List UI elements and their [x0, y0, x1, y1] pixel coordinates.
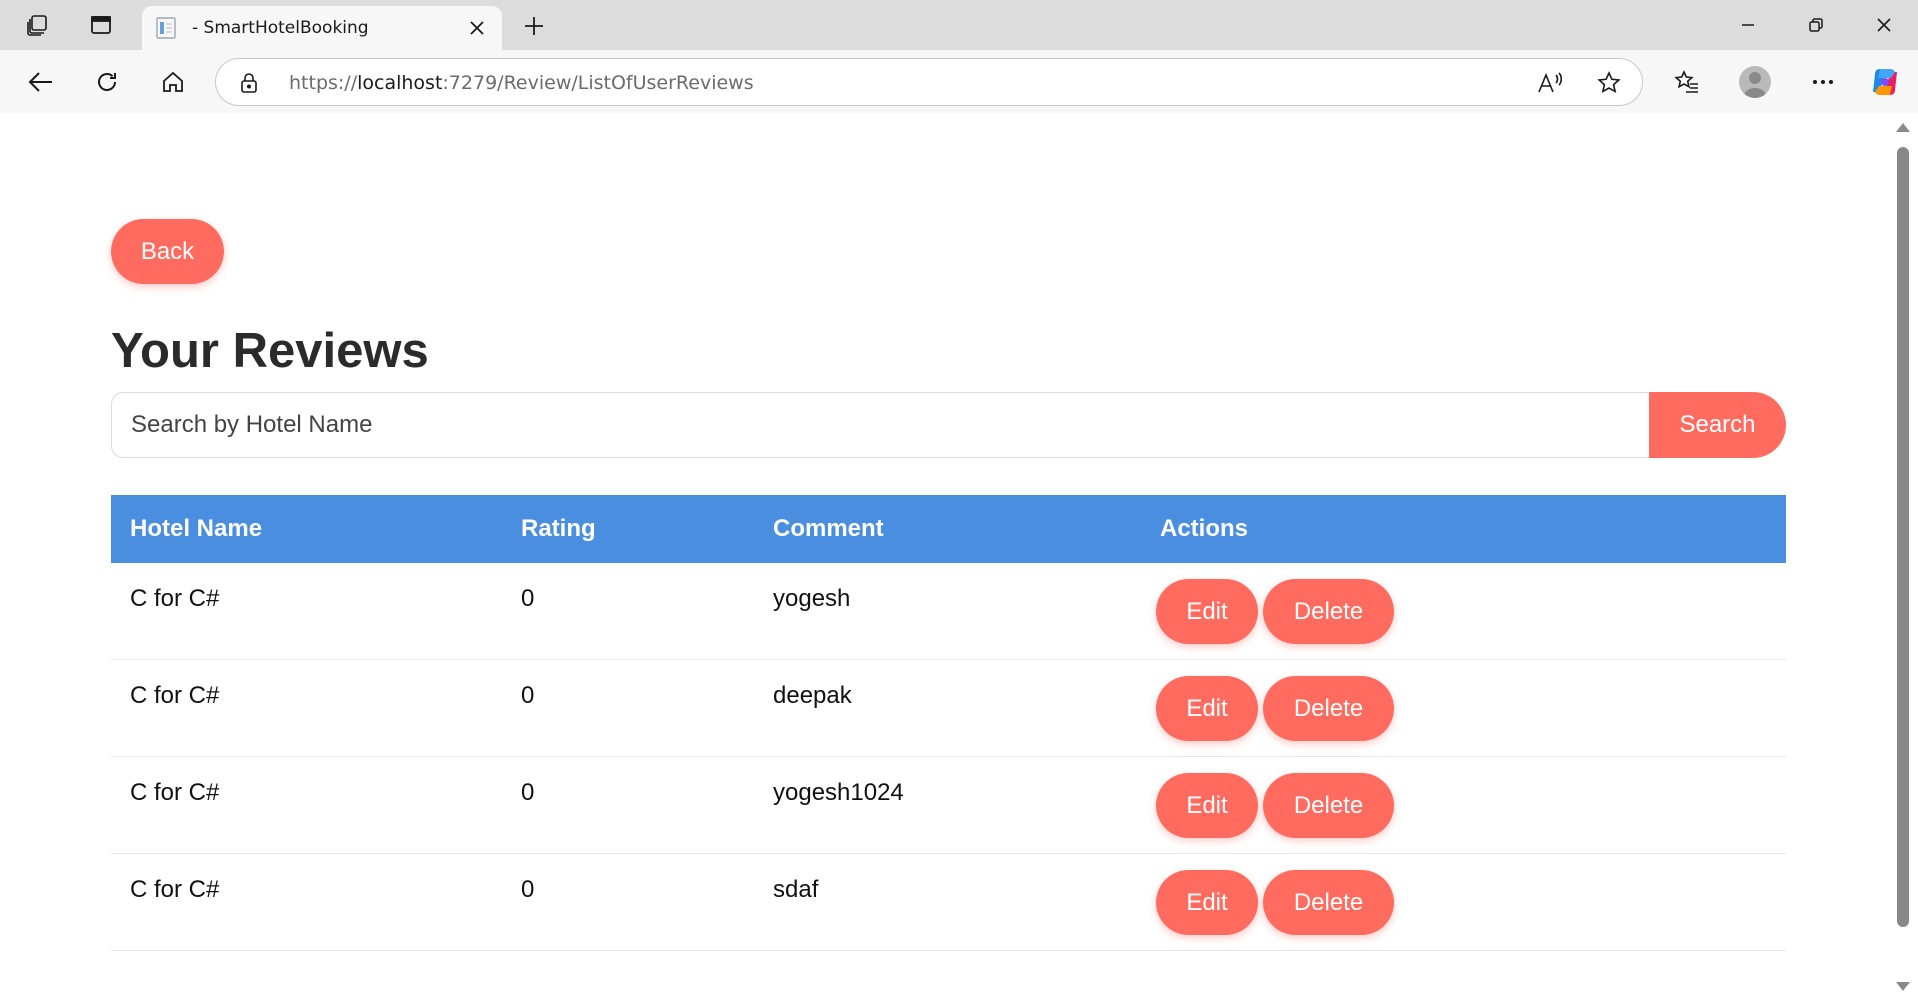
copilot-icon[interactable] [1865, 62, 1905, 102]
reviews-table: Hotel Name Rating Comment Actions C for … [111, 495, 1786, 951]
close-window-icon[interactable] [1858, 6, 1910, 44]
hotel-name-cell: C for C# [130, 779, 220, 806]
table-row: C for C# 0 deepak Edit Delete [111, 660, 1786, 757]
table-header: Hotel Name Rating Comment Actions [111, 495, 1786, 563]
rating-cell: 0 [521, 779, 535, 806]
scroll-down-arrow-icon[interactable] [1896, 982, 1910, 991]
column-header-actions: Actions [1160, 515, 1249, 542]
vertical-tabs-icon[interactable] [84, 8, 118, 42]
edit-button[interactable]: Edit [1156, 870, 1258, 935]
star-icon[interactable] [1594, 68, 1624, 98]
hotel-name-cell: C for C# [130, 876, 220, 903]
edit-button[interactable]: Edit [1156, 579, 1258, 644]
rating-cell: 0 [521, 682, 535, 709]
home-icon[interactable] [153, 62, 193, 102]
edit-button[interactable]: Edit [1156, 676, 1258, 741]
search-button[interactable]: Search [1649, 392, 1786, 458]
page-favicon [154, 16, 178, 40]
url-path: :7279/Review/ListOfUserReviews [442, 72, 754, 94]
address-bar[interactable]: https://localhost:7279/Review/ListOfUser… [215, 58, 1643, 106]
column-header-comment: Comment [773, 515, 884, 542]
lock-icon[interactable] [240, 72, 258, 99]
scroll-thumb[interactable] [1897, 147, 1909, 927]
delete-button[interactable]: Delete [1263, 676, 1394, 741]
rating-cell: 0 [521, 585, 535, 612]
url-text[interactable]: https://localhost:7279/Review/ListOfUser… [289, 72, 754, 94]
comment-cell: yogesh1024 [773, 779, 904, 806]
search-input[interactable]: Search by Hotel Name [111, 392, 1656, 458]
column-header-rating: Rating [521, 515, 596, 542]
delete-button[interactable]: Delete [1263, 870, 1394, 935]
scroll-up-arrow-icon[interactable] [1896, 123, 1910, 132]
tab-title: - SmartHotelBooking [192, 18, 369, 38]
new-tab-icon[interactable] [516, 8, 552, 44]
browser-toolbar: https://localhost:7279/Review/ListOfUser… [0, 50, 1918, 113]
table-row: C for C# 0 yogesh Edit Delete [111, 563, 1786, 660]
url-prefix: https:// [289, 72, 358, 94]
table-row: C for C# 0 sdaf Edit Delete [111, 854, 1786, 951]
refresh-icon[interactable] [87, 62, 127, 102]
delete-button[interactable]: Delete [1263, 579, 1394, 644]
back-arrow-icon[interactable] [21, 62, 61, 102]
column-header-hotel-name: Hotel Name [130, 515, 263, 542]
delete-button[interactable]: Delete [1263, 773, 1394, 838]
more-icon[interactable] [1803, 62, 1843, 102]
vertical-scrollbar[interactable] [1893, 113, 1914, 1004]
workspaces-icon[interactable] [20, 8, 54, 42]
restore-icon[interactable] [1790, 6, 1842, 44]
minimize-icon[interactable] [1722, 6, 1774, 44]
edit-button[interactable]: Edit [1156, 773, 1258, 838]
browser-titlebar: - SmartHotelBooking [0, 0, 1918, 50]
rating-cell: 0 [521, 876, 535, 903]
page-title: Your Reviews [111, 324, 429, 378]
table-row: C for C# 0 yogesh1024 Edit Delete [111, 757, 1786, 854]
hotel-name-cell: C for C# [130, 682, 220, 709]
close-tab-icon[interactable] [464, 15, 490, 41]
comment-cell: deepak [773, 682, 852, 709]
back-button[interactable]: Back [111, 219, 224, 284]
comment-cell: yogesh [773, 585, 851, 612]
read-aloud-icon[interactable] [1535, 68, 1565, 98]
comment-cell: sdaf [773, 876, 819, 903]
favorites-icon[interactable] [1667, 62, 1707, 102]
hotel-name-cell: C for C# [130, 585, 220, 612]
page-viewport: Back Your Reviews Search by Hotel Name S… [5, 113, 1893, 1004]
url-host: localhost [357, 72, 443, 94]
profile-avatar[interactable] [1735, 62, 1775, 102]
browser-tab-active[interactable]: - SmartHotelBooking [142, 6, 502, 50]
